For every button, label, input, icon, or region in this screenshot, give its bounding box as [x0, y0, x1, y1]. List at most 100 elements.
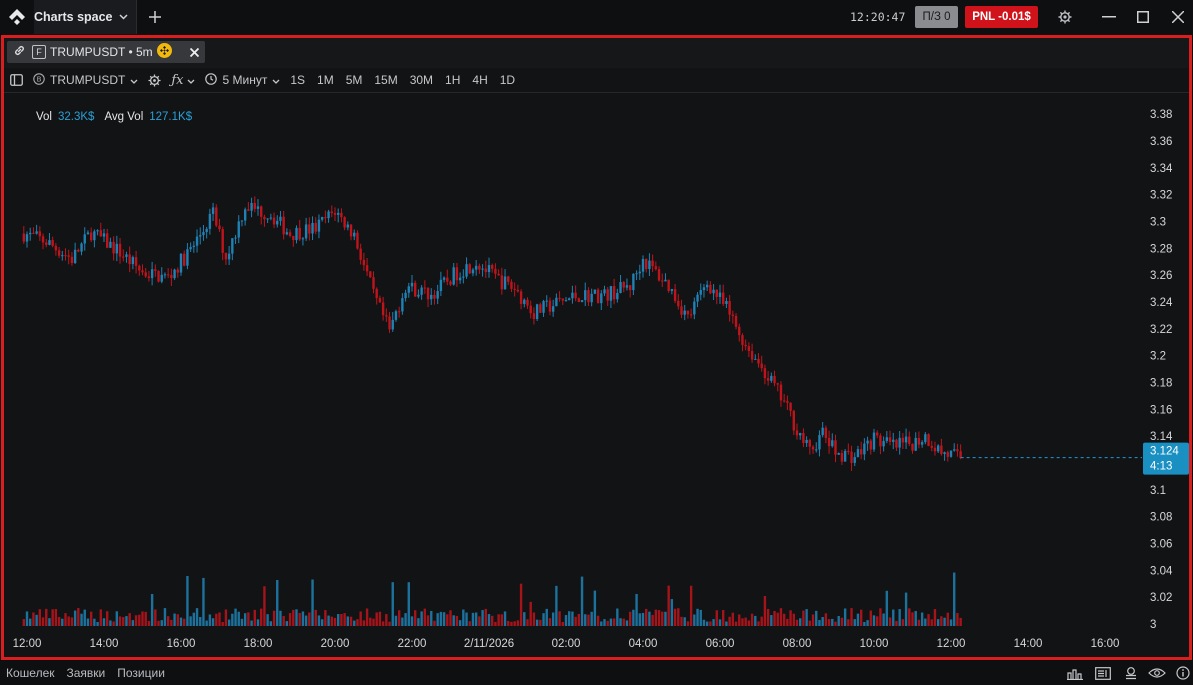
volume-bar [500, 614, 504, 626]
chart-settings-icon[interactable] [148, 73, 161, 87]
binance-icon [156, 43, 172, 61]
candle-body [959, 451, 962, 459]
x-tick-label: 18:00 [244, 638, 273, 650]
candle-body [805, 439, 808, 443]
chart-tab-strip: F TRUMPUSDT • 5m [4, 38, 1189, 68]
y-tick-label: 3.26 [1150, 270, 1172, 282]
volume-bar [776, 612, 779, 626]
volume-bar [48, 618, 51, 626]
pnl-badge[interactable]: PNL -0.01$ [965, 6, 1038, 28]
sidebar-toggle-icon[interactable] [10, 74, 23, 86]
volume-bar [718, 619, 722, 626]
bar-chart-icon[interactable] [1066, 665, 1084, 681]
candle-body [683, 310, 686, 315]
volume-bar [195, 608, 199, 626]
candle-body [122, 256, 125, 258]
candle-body [64, 255, 67, 257]
candle-body [73, 249, 77, 264]
volume-bar [593, 590, 597, 626]
timeframe-15m[interactable]: 15M [374, 73, 397, 87]
volume-bar [645, 608, 648, 626]
volume-bar [571, 611, 574, 626]
timeframe-5m[interactable]: 5M [346, 73, 363, 87]
interval-selector[interactable]: 5 Минут [205, 72, 280, 88]
chart-tab[interactable]: F TRUMPUSDT • 5m [7, 41, 205, 63]
candle-body [696, 294, 699, 302]
positions-tab[interactable]: Позиции [117, 666, 165, 680]
candle-body [118, 243, 122, 257]
status-bar: Кошелек Заявки Позиции [0, 661, 1193, 685]
candle-body [128, 254, 131, 265]
volume-bar [638, 613, 641, 626]
candlestick-chart[interactable]: 3.38 3.36 3.34 3.32 3.3 3.28 3.26 3.24 3.22 3.2 3.… [4, 94, 1189, 657]
volume-bar [237, 611, 240, 626]
add-tab-button[interactable] [137, 0, 173, 34]
candle-body [433, 294, 436, 299]
timeframe-4h[interactable]: 4H [472, 73, 487, 87]
volume-bar [70, 617, 74, 626]
link-icon[interactable] [13, 44, 26, 60]
volume-bar [295, 609, 298, 626]
timeframe-30m[interactable]: 30M [410, 73, 433, 87]
order-book-icon[interactable] [1094, 665, 1112, 681]
volume-bar [266, 614, 269, 626]
candle-body [86, 232, 90, 235]
candle-body [301, 238, 305, 240]
candle-body [70, 256, 74, 264]
candle-body [747, 346, 751, 351]
timeframe-1h[interactable]: 1H [445, 73, 460, 87]
clock-icon [205, 72, 218, 88]
candle-body [920, 442, 924, 445]
eye-icon[interactable] [1148, 665, 1166, 681]
volume-bar [494, 621, 497, 626]
indicators-button[interactable]: ƒx [171, 73, 195, 88]
candle-body [876, 432, 879, 436]
candle-body [911, 443, 914, 451]
maximize-button[interactable] [1126, 0, 1160, 34]
volume-bar [346, 616, 350, 626]
candle-body [449, 281, 452, 285]
candle-body [29, 232, 32, 235]
app-logo-icon[interactable] [0, 0, 34, 34]
volume-bar [317, 615, 321, 626]
volume-bar [866, 620, 869, 626]
info-icon[interactable] [1174, 665, 1192, 681]
volume-bar [359, 611, 362, 626]
candle-body [789, 402, 792, 411]
candle-body [763, 368, 767, 379]
orders-tab[interactable]: Заявки [67, 666, 106, 680]
settings-gear-icon[interactable] [1048, 0, 1082, 34]
layers-icon[interactable] [1122, 665, 1140, 681]
wallet-tab[interactable]: Кошелек [6, 666, 55, 680]
symbol-selector[interactable]: B TRUMPUSDT [33, 72, 138, 88]
volume-bar [754, 615, 757, 626]
timeframe-1d[interactable]: 1D [500, 73, 515, 87]
volume-bar [122, 617, 125, 626]
candle-body [157, 270, 160, 282]
timeframe-1m[interactable]: 1M [317, 73, 334, 87]
close-tab-icon[interactable] [189, 44, 200, 60]
volume-bar [795, 619, 799, 626]
candle-body [45, 242, 48, 245]
candle-body [330, 211, 333, 214]
volume-bar [859, 609, 863, 626]
chart-canvas[interactable]: 3.38 3.36 3.34 3.32 3.3 3.28 3.26 3.24 3.22 3.2 3.… [4, 94, 1189, 657]
candle-body [446, 277, 449, 282]
x-tick-label: 16:00 [167, 638, 196, 650]
candle-body [863, 443, 866, 455]
workspace-tab[interactable]: Charts space [34, 0, 137, 34]
volume-bar [478, 616, 481, 626]
candle-body [163, 274, 167, 276]
candle-body [773, 375, 776, 384]
volume-bar [125, 616, 128, 626]
minimize-button[interactable] [1092, 0, 1126, 34]
volume-bar [388, 621, 391, 626]
timeframe-1s[interactable]: 1S [290, 73, 305, 87]
pz-badge[interactable]: П/З 0 [915, 6, 958, 28]
volume-bar [462, 609, 465, 626]
close-window-button[interactable] [1161, 0, 1193, 34]
candle-body [750, 350, 754, 360]
chevron-down-icon [118, 12, 128, 23]
candle-body [147, 276, 151, 279]
volume-bar [272, 610, 276, 626]
